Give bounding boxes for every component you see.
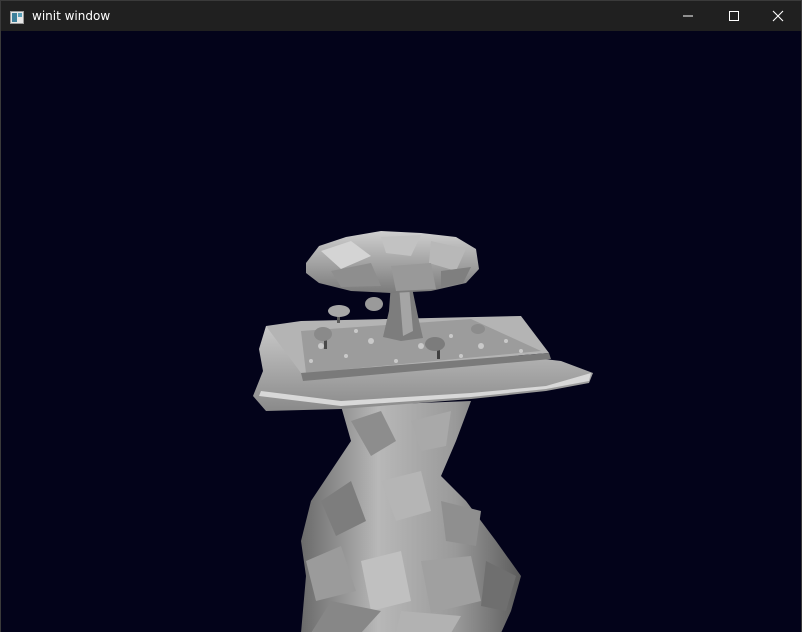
render-viewport[interactable] xyxy=(1,31,801,632)
island-platform xyxy=(253,316,593,411)
floating-island-scene xyxy=(253,231,593,632)
maximize-button[interactable] xyxy=(711,1,757,31)
minimize-button[interactable] xyxy=(665,1,711,31)
title-bar[interactable]: winit window xyxy=(1,1,801,31)
maximize-icon xyxy=(728,7,740,26)
app-window-icon xyxy=(10,9,24,24)
close-button[interactable] xyxy=(755,1,801,31)
app-window: winit window xyxy=(0,0,802,632)
close-icon xyxy=(772,7,784,26)
minimize-icon xyxy=(682,7,694,26)
window-title: winit window xyxy=(32,9,111,23)
rock-pillar xyxy=(301,401,521,632)
